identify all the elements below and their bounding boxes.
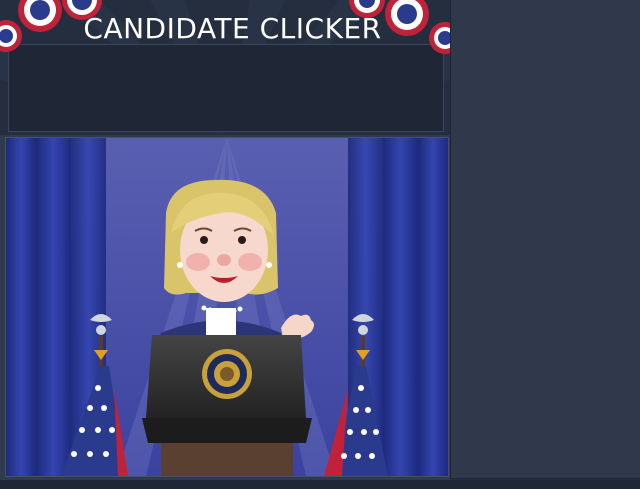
presidential-seal-icon	[202, 349, 252, 399]
game-title: CANDIDATE CLICKER	[83, 12, 382, 45]
stage-scene	[6, 138, 448, 476]
clicker-stage[interactable]	[5, 137, 449, 477]
header: CANDIDATE CLICKER	[0, 0, 450, 135]
upgrades-side-panel	[450, 0, 640, 479]
bottom-bar	[0, 480, 640, 489]
left-panel: CANDIDATE CLICKER	[0, 0, 450, 480]
